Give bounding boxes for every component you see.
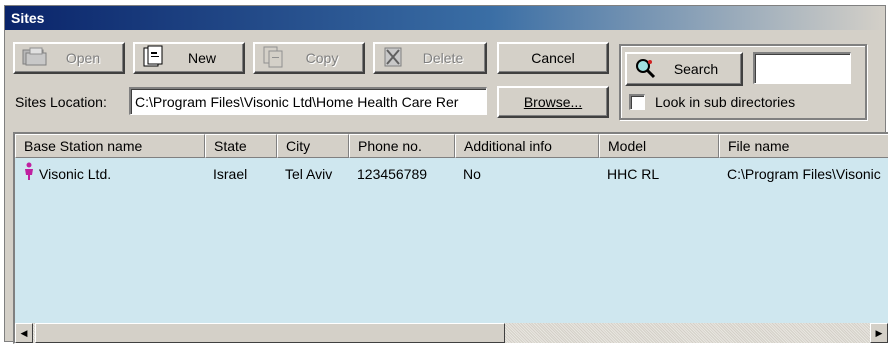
- cell-phone: 123456789: [357, 166, 428, 182]
- column-base-station-name[interactable]: Base Station name: [15, 134, 205, 158]
- cell-model: HHC RL: [607, 166, 660, 182]
- cancel-label: Cancel: [531, 50, 575, 66]
- sites-location-field[interactable]: C:\Program Files\Visonic Ltd\Home Health…: [129, 87, 487, 115]
- column-additional-info[interactable]: Additional info: [455, 134, 599, 158]
- column-file-name[interactable]: File name: [719, 134, 888, 158]
- cell-state: Israel: [213, 166, 248, 182]
- cell-additional-info: No: [463, 166, 481, 182]
- copy-button[interactable]: Copy: [253, 42, 365, 74]
- open-label: Open: [65, 50, 101, 66]
- arrow-left-icon: ◀: [20, 327, 28, 338]
- new-button[interactable]: New: [133, 42, 245, 74]
- subdir-label: Look in sub directories: [655, 94, 796, 110]
- browse-button[interactable]: Browse...: [497, 86, 609, 118]
- folder-open-icon: [21, 46, 49, 71]
- window-title: Sites: [5, 6, 885, 30]
- search-label: Search: [673, 61, 719, 77]
- delete-button[interactable]: Delete: [373, 42, 487, 74]
- subdir-checkbox[interactable]: [629, 94, 645, 110]
- search-button[interactable]: Search: [625, 52, 743, 86]
- cell-name: Visonic Ltd.: [15, 162, 205, 186]
- sites-table: Base Station name State City Phone no. A…: [13, 132, 888, 344]
- magnifier-icon: [633, 56, 657, 83]
- column-city[interactable]: City: [277, 134, 349, 158]
- search-input[interactable]: [753, 52, 851, 84]
- arrow-right-icon: ▶: [875, 327, 883, 338]
- table-header: Base Station name State City Phone no. A…: [15, 134, 888, 158]
- delete-label: Delete: [422, 50, 464, 66]
- table-row[interactable]: Visonic Ltd. Israel Tel Aviv 123456789 N…: [15, 162, 888, 186]
- sites-window: Sites Open New Copy Delete Cancel Sites …: [4, 5, 888, 344]
- column-state[interactable]: State: [205, 134, 277, 158]
- browse-label: Browse...: [523, 94, 583, 110]
- cell-file-name: C:\Program Files\Visonic: [727, 166, 881, 182]
- copy-icon: [261, 45, 287, 72]
- cell-city: Tel Aviv: [285, 166, 333, 182]
- base-station-name: Visonic Ltd.: [39, 166, 112, 182]
- column-model[interactable]: Model: [599, 134, 719, 158]
- scroll-right-button[interactable]: ▶: [870, 323, 888, 343]
- new-label: New: [187, 50, 216, 66]
- cancel-button[interactable]: Cancel: [497, 42, 609, 74]
- person-icon: [23, 162, 35, 186]
- scroll-left-button[interactable]: ◀: [15, 323, 33, 343]
- sites-location-label: Sites Location:: [15, 94, 107, 110]
- delete-icon: [381, 45, 407, 72]
- new-document-icon: [141, 45, 167, 72]
- scroll-thumb[interactable]: [35, 323, 505, 343]
- open-button[interactable]: Open: [13, 42, 125, 74]
- column-phone[interactable]: Phone no.: [349, 134, 455, 158]
- copy-label: Copy: [305, 50, 339, 66]
- horizontal-scrollbar[interactable]: ◀ ▶: [15, 323, 888, 343]
